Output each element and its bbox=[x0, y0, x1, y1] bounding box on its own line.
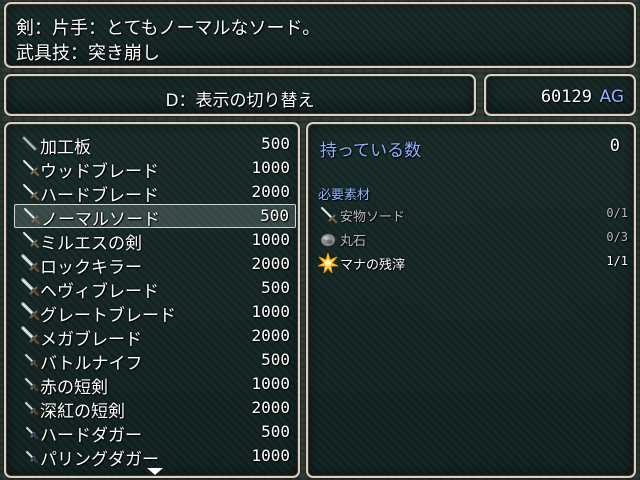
item-price: 1000 bbox=[251, 374, 290, 393]
board-icon bbox=[20, 134, 40, 154]
item-price: 1000 bbox=[251, 230, 290, 249]
knife-icon bbox=[20, 374, 40, 394]
gold-unit: AG bbox=[599, 87, 624, 107]
knife-icon bbox=[20, 350, 40, 370]
scroll-down-arrow-icon[interactable] bbox=[147, 468, 163, 475]
item-name: バトルナイフ bbox=[40, 354, 143, 374]
item-row[interactable]: 加工板 500 bbox=[14, 132, 296, 158]
owned-count-label: 持っている数 bbox=[320, 141, 422, 161]
item-row[interactable]: ハードブレード 2000 bbox=[14, 180, 296, 206]
item-name: ウッドブレード bbox=[40, 162, 159, 182]
item-row[interactable]: バトルナイフ 500 bbox=[14, 348, 296, 374]
item-name: ハードダガー bbox=[40, 426, 142, 446]
sword-icon bbox=[20, 230, 40, 250]
greatsword-icon bbox=[20, 326, 40, 346]
sparkle-icon bbox=[317, 251, 339, 275]
material-row: 丸石 0/3 bbox=[318, 228, 628, 250]
item-description: 剣：片手：とてもノーマルなソード。 bbox=[16, 18, 321, 39]
help-window: 剣：片手：とてもノーマルなソード。 武具技：突き崩し bbox=[4, 2, 636, 68]
material-name: マナの残滓 bbox=[340, 258, 406, 273]
item-price: 500 bbox=[260, 206, 289, 225]
item-price: 1000 bbox=[251, 302, 290, 321]
item-name: ハードブレード bbox=[40, 186, 159, 206]
display-toggle-window[interactable]: D：表示の切り替え bbox=[4, 74, 476, 116]
item-row[interactable]: ミルエスの剣 1000 bbox=[14, 228, 296, 254]
sword-icon bbox=[20, 182, 40, 202]
material-count: 0/3 bbox=[606, 230, 628, 244]
display-toggle-label: D：表示の切り替え bbox=[165, 91, 315, 111]
item-price: 500 bbox=[261, 350, 290, 369]
item-name: パリングダガー bbox=[40, 450, 159, 470]
item-list-window: 加工板 500 ウッドブレード 1000 ハードブレード 2000 ノーマルソード 500 ミル… bbox=[4, 122, 300, 478]
item-row[interactable]: パリングダガー 1000 bbox=[14, 444, 296, 470]
sword-icon bbox=[20, 158, 40, 178]
item-name: ヘヴィブレード bbox=[40, 282, 159, 302]
item-row[interactable]: 深紅の短剣 2000 bbox=[14, 396, 296, 422]
greatsword-icon bbox=[20, 278, 40, 298]
item-name: ノーマルソード bbox=[41, 210, 160, 230]
item-name: 加工板 bbox=[40, 138, 91, 158]
item-row-selected[interactable]: ノーマルソード 500 bbox=[14, 204, 296, 230]
gold-window: 60129 AG bbox=[484, 74, 636, 116]
gold-amount: 60129 bbox=[540, 87, 592, 107]
item-row[interactable]: ヘヴィブレード 500 bbox=[14, 276, 296, 302]
material-name: 丸石 bbox=[340, 234, 367, 249]
item-row[interactable]: グレートブレード 1000 bbox=[14, 300, 296, 326]
item-row[interactable]: 赤の短剣 1000 bbox=[14, 372, 296, 398]
item-row[interactable]: ウッドブレード 1000 bbox=[14, 156, 296, 182]
item-detail-window: 持っている数 0 必要素材 安物ソード 0/1 丸石 0/3 マナの残滓 1/1 bbox=[306, 122, 636, 478]
item-price: 1000 bbox=[251, 446, 290, 465]
material-count: 1/1 bbox=[606, 254, 628, 268]
item-row[interactable]: ロックキラー 2000 bbox=[14, 252, 296, 278]
material-row: マナの残滓 1/1 bbox=[317, 251, 628, 275]
item-price: 2000 bbox=[251, 182, 290, 201]
item-name: 深紅の短剣 bbox=[40, 402, 125, 422]
item-price: 2000 bbox=[251, 326, 290, 345]
item-price: 500 bbox=[261, 422, 290, 441]
required-materials-heading: 必要素材 bbox=[318, 188, 371, 203]
item-name: 赤の短剣 bbox=[40, 378, 108, 398]
item-price: 2000 bbox=[251, 398, 290, 417]
sword-icon bbox=[21, 206, 41, 226]
item-name: ミルエスの剣 bbox=[40, 234, 142, 254]
knife-icon bbox=[20, 398, 40, 418]
item-name: ロックキラー bbox=[40, 258, 142, 278]
material-row: 安物ソード 0/1 bbox=[318, 204, 628, 226]
material-name: 安物ソード bbox=[340, 210, 406, 225]
dagger-icon bbox=[20, 446, 40, 466]
item-price: 500 bbox=[261, 278, 290, 297]
item-name: メガブレード bbox=[40, 330, 142, 350]
stone-icon bbox=[318, 229, 338, 249]
greatsword-icon bbox=[20, 254, 40, 274]
item-name: グレートブレード bbox=[40, 306, 176, 326]
greatsword-icon bbox=[20, 302, 40, 322]
item-price: 2000 bbox=[251, 254, 290, 273]
sword-icon bbox=[318, 205, 338, 225]
item-row[interactable]: メガブレード 2000 bbox=[14, 324, 296, 350]
owned-count-value: 0 bbox=[609, 136, 620, 156]
material-count: 0/1 bbox=[606, 206, 628, 220]
weapon-skill-text: 武具技：突き崩し bbox=[16, 43, 160, 64]
item-price: 1000 bbox=[251, 158, 290, 177]
item-row[interactable]: ハードダガー 500 bbox=[14, 420, 296, 446]
dagger-icon bbox=[20, 422, 40, 442]
item-price: 500 bbox=[261, 134, 290, 153]
